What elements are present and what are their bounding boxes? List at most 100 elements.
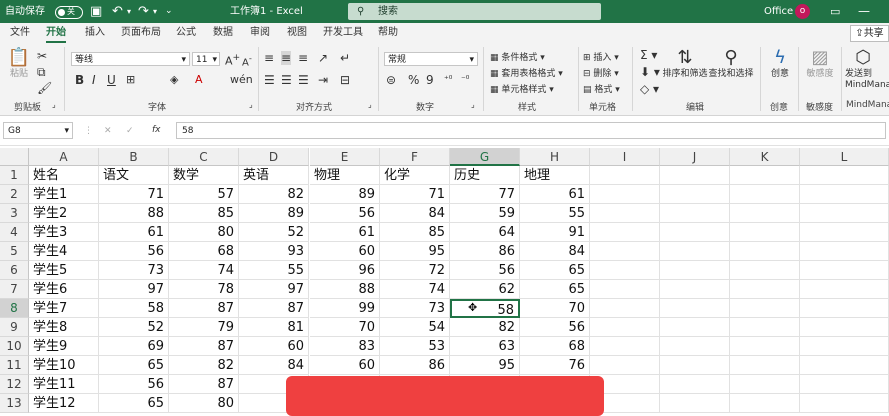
cell-c13[interactable]: 80 (169, 394, 239, 413)
cell-c10[interactable]: 87 (169, 337, 239, 356)
cell-g11[interactable]: 95 (450, 356, 520, 375)
cell-f11[interactable]: 86 (380, 356, 450, 375)
avatar[interactable]: o (795, 4, 810, 19)
cell-l5[interactable] (800, 242, 889, 261)
minimize-icon[interactable]: — (858, 0, 870, 23)
cell-l11[interactable] (800, 356, 889, 375)
cell-c8[interactable]: 87 (169, 299, 239, 318)
cell-j2[interactable] (660, 185, 730, 204)
column-header-i[interactable]: I (590, 148, 660, 166)
font-launcher-icon[interactable]: ⌟ (249, 100, 253, 109)
cell-h1[interactable]: 地理 (520, 166, 590, 185)
cell-a4[interactable]: 学生3 (29, 223, 99, 242)
cell-i4[interactable] (590, 223, 660, 242)
merge-center-icon[interactable]: ⊟ (340, 73, 350, 87)
cell-b8[interactable]: 58 (99, 299, 169, 318)
cell-c5[interactable]: 68 (169, 242, 239, 261)
column-header-f[interactable]: F (380, 148, 450, 166)
cell-k7[interactable] (730, 280, 800, 299)
delete-cells-button[interactable]: ⊟ 删除 ▾ (583, 66, 619, 79)
cell-a10[interactable]: 学生9 (29, 337, 99, 356)
cell-e2[interactable]: 89 (310, 185, 380, 204)
cell-d1[interactable]: 英语 (239, 166, 309, 185)
cell-j9[interactable] (660, 318, 730, 337)
align-top-icon[interactable]: ≡ (264, 51, 274, 65)
cell-d7[interactable]: 97 (239, 280, 309, 299)
cell-f4[interactable]: 85 (380, 223, 450, 242)
cell-c12[interactable]: 87 (169, 375, 239, 394)
search-box[interactable]: ⚲ 搜索 (348, 3, 601, 20)
cell-b5[interactable]: 56 (99, 242, 169, 261)
table-format-button[interactable]: ▦ 套用表格格式 ▾ (490, 66, 563, 79)
column-header-l[interactable]: L (800, 148, 889, 166)
row-header-2[interactable]: 2 (0, 185, 29, 204)
tab-developer[interactable]: 开发工具 (323, 23, 363, 43)
cell-d9[interactable]: 81 (239, 318, 309, 337)
copy-icon[interactable]: ⧉ (37, 65, 46, 79)
cell-g4[interactable]: 64 (450, 223, 520, 242)
cell-b2[interactable]: 71 (99, 185, 169, 204)
cell-h5[interactable]: 84 (520, 242, 590, 261)
find-select-button[interactable]: ⚲ 查找和选择 (708, 47, 754, 80)
cell-c1[interactable]: 数学 (169, 166, 239, 185)
cell-a7[interactable]: 学生6 (29, 280, 99, 299)
cell-f2[interactable]: 71 (380, 185, 450, 204)
format-cells-button[interactable]: ▤ 格式 ▾ (583, 82, 620, 95)
cell-h2[interactable]: 61 (520, 185, 590, 204)
alignment-launcher-icon[interactable]: ⌟ (368, 100, 372, 109)
cell-e1[interactable]: 物理 (310, 166, 380, 185)
align-center-icon[interactable]: ☰ (281, 73, 292, 87)
name-box[interactable]: G8 ▾ (3, 122, 73, 139)
cell-a3[interactable]: 学生2 (29, 204, 99, 223)
cell-j13[interactable] (660, 394, 730, 413)
comma-style-icon[interactable]: 9 (426, 73, 434, 87)
cell-h7[interactable]: 65 (520, 280, 590, 299)
orientation-icon[interactable]: ↗ (318, 51, 328, 65)
cell-l10[interactable] (800, 337, 889, 356)
number-launcher-icon[interactable]: ⌟ (471, 100, 475, 109)
cell-b9[interactable]: 52 (99, 318, 169, 337)
border-icon[interactable]: ⊞ (126, 73, 135, 87)
cell-f3[interactable]: 84 (380, 204, 450, 223)
cell-k2[interactable] (730, 185, 800, 204)
cell-e3[interactable]: 56 (310, 204, 380, 223)
cell-j6[interactable] (660, 261, 730, 280)
insert-cells-button[interactable]: ⊞ 插入 ▾ (583, 50, 619, 63)
row-header-12[interactable]: 12 (0, 375, 29, 394)
cell-b13[interactable]: 65 (99, 394, 169, 413)
column-header-g[interactable]: G (450, 148, 520, 166)
decrease-font-icon[interactable]: A- (242, 51, 252, 70)
cell-a1[interactable]: 姓名 (29, 166, 99, 185)
cell-l3[interactable] (800, 204, 889, 223)
ribbon-display-icon[interactable]: ▭ (830, 0, 840, 23)
select-all-corner[interactable] (0, 148, 29, 166)
cell-i2[interactable] (590, 185, 660, 204)
cancel-icon[interactable]: ✕ (104, 126, 112, 136)
tab-home[interactable]: 开始 (46, 23, 66, 43)
cell-f10[interactable]: 53 (380, 337, 450, 356)
cell-l9[interactable] (800, 318, 889, 337)
tab-view[interactable]: 视图 (287, 23, 307, 43)
font-name-select[interactable]: 等线 ▾ (71, 52, 190, 66)
cell-k13[interactable] (730, 394, 800, 413)
cell-d3[interactable]: 89 (239, 204, 309, 223)
row-header-13[interactable]: 13 (0, 394, 29, 413)
cell-e9[interactable]: 70 (310, 318, 380, 337)
cell-j8[interactable] (660, 299, 730, 318)
cell-j10[interactable] (660, 337, 730, 356)
cell-i9[interactable] (590, 318, 660, 337)
cell-i10[interactable] (590, 337, 660, 356)
clear-icon[interactable]: ◇ ▾ (640, 82, 659, 96)
cell-h11[interactable]: 76 (520, 356, 590, 375)
cell-a6[interactable]: 学生5 (29, 261, 99, 280)
customize-qat-icon[interactable]: ⌄ (165, 0, 173, 23)
indent-icon[interactable]: ⇥ (318, 73, 328, 87)
cell-a8[interactable]: 学生7 (29, 299, 99, 318)
format-painter-icon[interactable]: 🖌 (37, 81, 52, 95)
cell-g9[interactable]: 82 (450, 318, 520, 337)
font-size-select[interactable]: 11 ▾ (192, 52, 220, 66)
cell-i6[interactable] (590, 261, 660, 280)
account-name[interactable]: Office (764, 0, 793, 23)
cell-e8[interactable]: 99 (310, 299, 380, 318)
tab-formulas[interactable]: 公式 (176, 23, 196, 43)
